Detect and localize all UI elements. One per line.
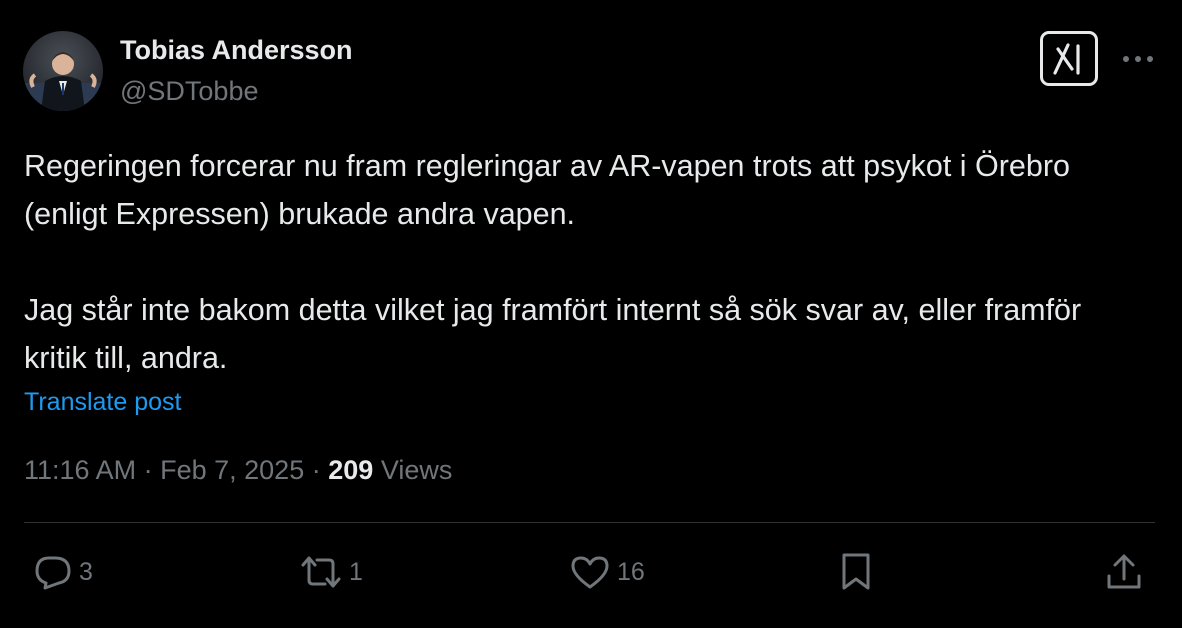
author-name[interactable]: Tobias Andersson (120, 35, 353, 66)
reply-count: 3 (79, 557, 93, 586)
avatar-image (23, 31, 103, 111)
post-date[interactable]: Feb 7, 2025 (160, 455, 304, 485)
share-icon (1107, 554, 1141, 589)
meta-separator: · (311, 455, 321, 485)
post-paragraph: Jag står inte bakom detta vilket jag fra… (24, 293, 1082, 375)
post-meta: 11:16 AM · Feb 7, 2025 · 209 Views (24, 455, 452, 486)
post-text: Regeringen forcerar nu fram regleringar … (24, 142, 1144, 382)
post-paragraph: Regeringen forcerar nu fram regleringar … (24, 149, 1070, 231)
bookmark-button[interactable] (839, 552, 873, 592)
avatar[interactable] (23, 31, 103, 111)
reply-icon (35, 556, 71, 590)
bookmark-icon (842, 553, 870, 590)
post-time[interactable]: 11:16 AM (24, 455, 136, 485)
reply-button[interactable]: 3 (33, 552, 93, 592)
like-button[interactable]: 16 (569, 552, 645, 592)
more-icon (1123, 56, 1153, 62)
grok-button[interactable] (1040, 31, 1098, 86)
views-label: Views (380, 455, 453, 485)
repost-icon (301, 556, 341, 588)
like-count: 16 (617, 557, 645, 586)
meta-separator: · (143, 455, 153, 485)
author-handle[interactable]: @SDTobbe (120, 76, 258, 107)
views-count: 209 (328, 455, 374, 485)
repost-button[interactable]: 1 (299, 552, 363, 592)
more-button[interactable] (1118, 44, 1158, 74)
grok-icon (1053, 42, 1080, 75)
repost-count: 1 (349, 557, 363, 586)
divider (24, 522, 1155, 523)
translate-post-link[interactable]: Translate post (24, 388, 181, 417)
share-button[interactable] (1105, 552, 1143, 592)
heart-icon (571, 556, 609, 589)
